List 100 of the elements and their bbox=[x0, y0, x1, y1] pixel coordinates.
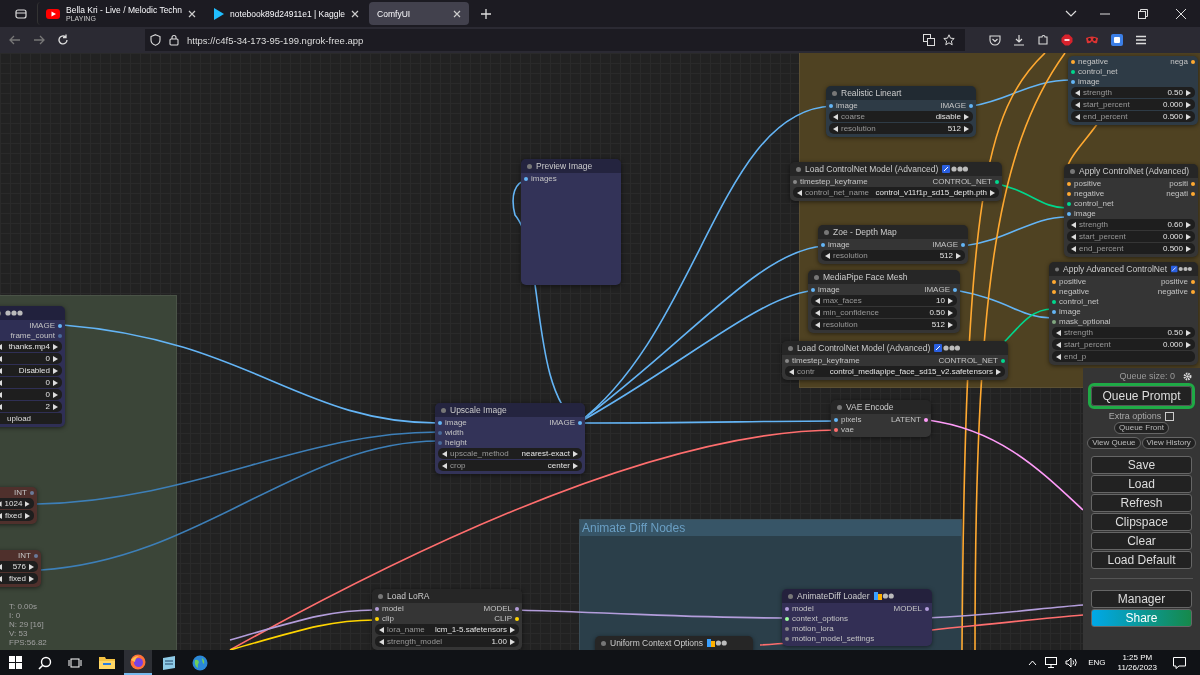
collapse-dot-icon[interactable] bbox=[788, 593, 793, 599]
language-indicator[interactable]: ENG bbox=[1088, 658, 1106, 667]
input-port-dot[interactable] bbox=[1067, 191, 1071, 196]
widget-field[interactable]: resolution 512 bbox=[821, 250, 965, 261]
restore-icon[interactable] bbox=[1138, 8, 1148, 19]
translate-icon[interactable] bbox=[923, 34, 935, 46]
taskbar-app[interactable] bbox=[124, 650, 152, 675]
input-port-dot[interactable] bbox=[1067, 211, 1071, 216]
widget-field[interactable]: thanks.mp4 bbox=[0, 341, 62, 352]
output-port-dot[interactable] bbox=[30, 490, 34, 495]
menu-button[interactable]: Load Default bbox=[1091, 551, 1192, 569]
output-port-dot[interactable] bbox=[969, 103, 973, 108]
input-port-dot[interactable] bbox=[375, 606, 379, 611]
input-port-dot[interactable] bbox=[785, 358, 789, 363]
output-port-dot[interactable] bbox=[961, 242, 965, 247]
input-port-dot[interactable] bbox=[793, 179, 797, 184]
close-icon[interactable] bbox=[351, 9, 360, 18]
widget-field[interactable]: lora_name lcm_1-5.safetensors bbox=[375, 624, 519, 635]
input-port-dot[interactable] bbox=[1052, 279, 1056, 284]
output-port-dot[interactable] bbox=[578, 420, 582, 425]
output-port-dot[interactable] bbox=[1191, 289, 1195, 294]
menu-button[interactable]: Refresh bbox=[1091, 494, 1192, 512]
output-port-dot[interactable] bbox=[1001, 358, 1005, 363]
new-tab-icon[interactable] bbox=[480, 7, 493, 20]
widget-field[interactable]: max_faces 10 bbox=[811, 295, 957, 306]
chevron-down-icon[interactable] bbox=[1065, 9, 1077, 18]
left-arrow-icon[interactable] bbox=[825, 252, 830, 259]
collapse-dot-icon[interactable] bbox=[814, 274, 819, 280]
input-port-dot[interactable] bbox=[1071, 59, 1075, 64]
collapse-dot-icon[interactable] bbox=[788, 345, 793, 351]
forward-icon[interactable] bbox=[33, 34, 45, 46]
widget-field[interactable]: fixed bbox=[0, 510, 34, 521]
input-port-dot[interactable] bbox=[375, 616, 379, 621]
input-port-dot[interactable] bbox=[1071, 69, 1075, 74]
input-port-dot[interactable] bbox=[785, 616, 789, 621]
graph-node[interactable]: Apply ControlNet (Advanced) positive positi negative negati control_net image strength 0.60 start_percent 0.000 end_percent 0.500 bbox=[1064, 164, 1198, 257]
input-port-dot[interactable] bbox=[1071, 79, 1075, 84]
widget-field[interactable]: 0 bbox=[0, 389, 62, 400]
output-port-dot[interactable] bbox=[515, 616, 519, 621]
menu-button[interactable]: Share bbox=[1091, 609, 1192, 627]
output-port-dot[interactable] bbox=[953, 287, 957, 292]
collapse-dot-icon[interactable] bbox=[601, 640, 606, 646]
task-view-icon[interactable] bbox=[68, 656, 82, 669]
menu-button[interactable]: Manager bbox=[1091, 590, 1192, 608]
menu-button[interactable]: Clear bbox=[1091, 532, 1192, 550]
pocket-icon[interactable] bbox=[989, 34, 1001, 46]
upload-widget[interactable]: upload bbox=[0, 413, 62, 424]
search-icon[interactable] bbox=[38, 655, 52, 670]
close-icon[interactable] bbox=[453, 9, 462, 18]
collapse-dot-icon[interactable] bbox=[1070, 168, 1075, 174]
input-port-dot[interactable] bbox=[785, 606, 789, 611]
queue-option-button[interactable]: View History bbox=[1141, 437, 1196, 449]
widget-field[interactable]: 0 bbox=[0, 353, 62, 364]
output-port-dot[interactable] bbox=[58, 333, 62, 338]
collapse-dot-icon[interactable] bbox=[796, 166, 801, 172]
collapse-dot-icon[interactable] bbox=[441, 407, 446, 413]
volume-icon[interactable] bbox=[1065, 657, 1079, 668]
input-port-dot[interactable] bbox=[834, 427, 838, 432]
input-port-dot[interactable] bbox=[1067, 181, 1071, 186]
graph-node[interactable]: Load LoRA model MODEL clip CLIP lora_name lcm_1-5.safetensors strength_model 1.00 bbox=[372, 589, 522, 650]
close-window-icon[interactable] bbox=[1176, 8, 1186, 19]
output-port-dot[interactable] bbox=[924, 417, 928, 422]
input-port-dot[interactable] bbox=[1052, 319, 1056, 324]
widget-field[interactable]: 2 bbox=[0, 401, 62, 412]
graph-node[interactable]: INT 576 fixed bbox=[0, 550, 41, 587]
left-arrow-icon[interactable] bbox=[797, 189, 802, 196]
collapse-dot-icon[interactable] bbox=[837, 404, 842, 410]
widget-field[interactable]: strength_model 1.00 bbox=[375, 636, 519, 647]
widget-field[interactable]: resolution 512 bbox=[811, 319, 957, 330]
widget-field[interactable]: end_percent 0.500 bbox=[1067, 243, 1195, 254]
output-port-dot[interactable] bbox=[995, 179, 999, 184]
output-port-dot[interactable] bbox=[58, 323, 62, 328]
widget-field[interactable]: end_p bbox=[1052, 351, 1195, 362]
widget-field[interactable]: min_confidence 0.50 bbox=[811, 307, 957, 318]
widget-field[interactable]: Disabled bbox=[0, 365, 62, 376]
graph-node[interactable]: Load ControlNet Model (Advanced) timestep_keyframe CONTROL_NET control_net_name control_v11f1p_sd15_depth.pth bbox=[790, 162, 1002, 201]
right-arrow-icon[interactable] bbox=[956, 252, 961, 259]
menu-button[interactable]: Save bbox=[1091, 456, 1192, 474]
widget-field[interactable]: resolution 512 bbox=[829, 123, 973, 134]
input-port-dot[interactable] bbox=[438, 430, 442, 435]
input-port-dot[interactable] bbox=[834, 417, 838, 422]
queue-option-button[interactable]: View Queue bbox=[1087, 437, 1141, 449]
address-bar[interactable]: https://c4f5-34-173-95-199.ngrok-free.app bbox=[145, 29, 965, 51]
widget-field[interactable]: crop center bbox=[438, 460, 582, 471]
extra-options-checkbox[interactable] bbox=[1165, 411, 1175, 421]
graph-node[interactable]: Apply Advanced ControlNet positive positive negative negative control_net image mask_optional strength 0.50 start_percent 0.000 end_p bbox=[1049, 262, 1198, 365]
input-port-dot[interactable] bbox=[438, 440, 442, 445]
graph-node[interactable]: Uniform Context Options bbox=[595, 636, 753, 650]
graph-node[interactable]: VAE Encode pixels LATENT vae bbox=[831, 400, 931, 437]
menu-button[interactable]: Clipspace bbox=[1091, 513, 1192, 531]
input-port-dot[interactable] bbox=[811, 287, 815, 292]
mask-icon[interactable] bbox=[1085, 34, 1099, 46]
output-port-dot[interactable] bbox=[1191, 59, 1195, 64]
notifications-icon[interactable] bbox=[1173, 656, 1186, 669]
widget-field[interactable]: 1024 bbox=[0, 498, 34, 509]
graph-node[interactable]: INT 1024 fixed bbox=[0, 487, 37, 524]
settings-icon[interactable] bbox=[1183, 371, 1192, 381]
widget-field[interactable]: contr control_mediapipe_face_sd15_v2.safetensors bbox=[785, 366, 1005, 377]
network-icon[interactable] bbox=[1045, 657, 1058, 668]
input-port-dot[interactable] bbox=[821, 242, 825, 247]
